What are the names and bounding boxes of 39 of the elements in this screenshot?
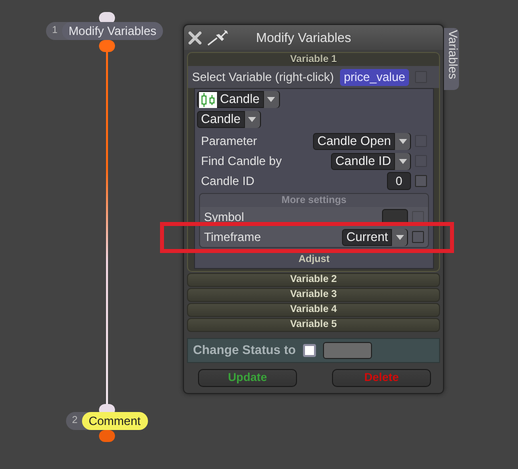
field-label: Parameter <box>201 133 258 150</box>
caret-icon <box>248 117 256 122</box>
pin-icon[interactable] <box>206 30 230 46</box>
checkbox[interactable] <box>415 175 427 187</box>
candlestick-icon <box>199 92 217 108</box>
side-tab[interactable]: Variables <box>444 28 459 90</box>
field-label: Find Candle by <box>201 153 283 170</box>
field-label: Timeframe <box>204 229 262 246</box>
field-dropdown[interactable]: Candle Open <box>313 132 411 150</box>
status-label: Change Status to <box>193 342 296 360</box>
field-label: Symbol <box>204 209 246 226</box>
section-header[interactable]: Variable 2 <box>187 273 440 287</box>
type-dropdown[interactable]: Candle <box>197 91 280 108</box>
checkbox[interactable] <box>412 231 424 243</box>
subtype-dropdown[interactable]: Candle <box>197 111 261 128</box>
window-title: Modify Variables <box>256 28 352 47</box>
caret-icon <box>396 234 404 240</box>
section-header[interactable]: Variable 3 <box>187 288 440 302</box>
output-port[interactable] <box>99 430 115 442</box>
output-port[interactable] <box>99 40 115 52</box>
status-color-field[interactable] <box>322 342 372 359</box>
section-header[interactable]: Variable 1 <box>188 53 439 66</box>
adjust-header[interactable]: Adjust <box>197 254 431 265</box>
field-dropdown[interactable]: Current <box>342 228 408 246</box>
field-label: Candle ID <box>201 173 256 190</box>
node-label[interactable]: Comment <box>82 412 148 430</box>
field-dropdown[interactable]: Candle ID <box>331 152 411 170</box>
number-field[interactable]: 0 <box>387 172 411 190</box>
select-variable-label: Select Variable (right-click) <box>192 69 334 86</box>
section-header[interactable]: Variable 5 <box>187 318 440 332</box>
section-header[interactable]: Variable 4 <box>187 303 440 317</box>
caret-icon <box>267 97 276 102</box>
caret-icon <box>398 158 406 164</box>
caret-icon <box>398 138 406 144</box>
update-button[interactable]: Update <box>198 369 297 387</box>
variable-name-tag[interactable]: price_value <box>340 68 410 86</box>
node-label[interactable]: Modify Variables <box>62 22 164 40</box>
status-checkbox[interactable] <box>302 344 316 357</box>
close-icon[interactable] <box>188 30 202 44</box>
